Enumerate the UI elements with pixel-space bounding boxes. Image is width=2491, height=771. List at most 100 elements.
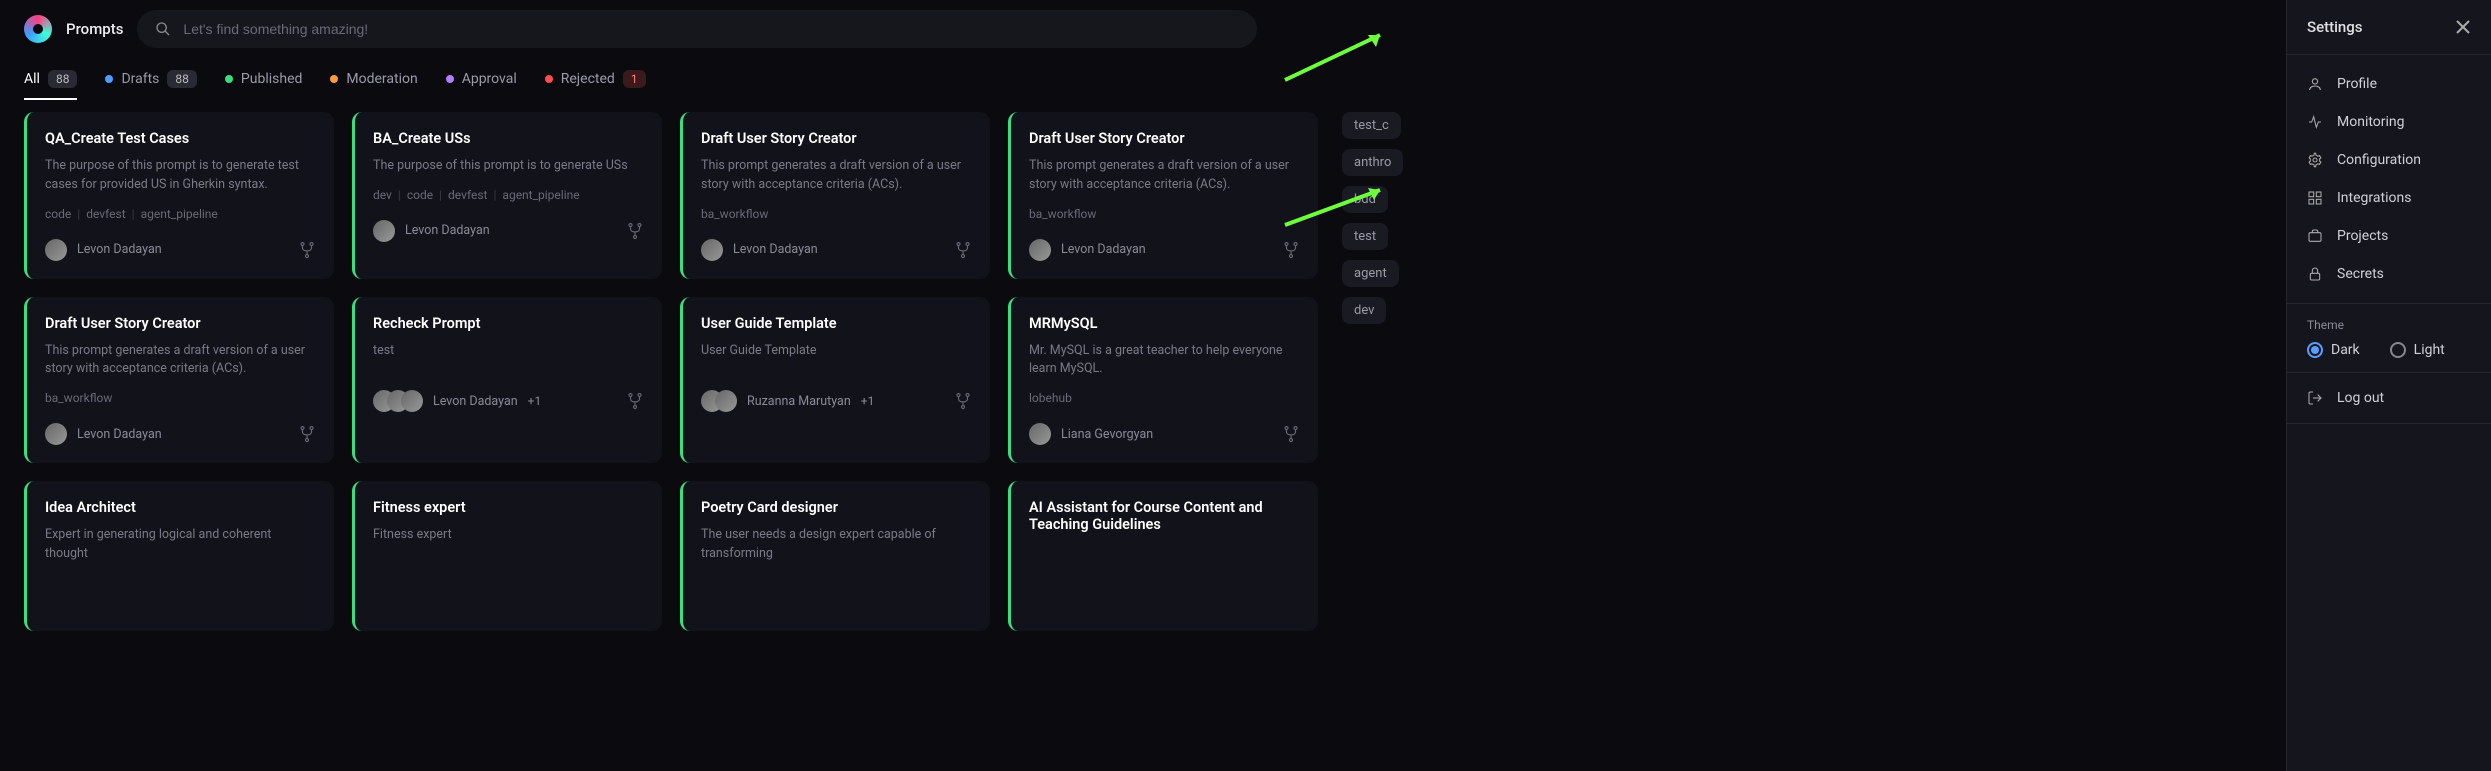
theme-light-radio[interactable]: Light [2390, 342, 2445, 358]
radio-label: Light [2414, 342, 2445, 358]
card-title: User Guide Template [701, 315, 972, 332]
tab-label: Rejected [561, 71, 615, 87]
card-title: BA_Create USs [373, 130, 644, 147]
avatar [45, 239, 67, 261]
menu-label: Log out [2337, 390, 2384, 406]
tab-count: 1 [623, 70, 646, 88]
author-plus: +1 [528, 394, 542, 408]
fork-icon[interactable] [1282, 425, 1300, 443]
fork-icon[interactable] [1282, 241, 1300, 259]
avatar [373, 220, 395, 242]
avatar [715, 390, 737, 412]
menu-projects[interactable]: Projects [2287, 217, 2491, 255]
tab-moderation[interactable]: Moderation [330, 71, 417, 99]
card-description: Fitness expert [373, 526, 644, 545]
card-footer: Liana Gevorgyan [1029, 423, 1300, 445]
tag-chip[interactable]: dev [1342, 297, 1386, 324]
tab-label: Published [241, 71, 302, 87]
card-tags: ba_workflow [1029, 207, 1300, 221]
fork-icon[interactable] [954, 392, 972, 410]
drawer-title: Settings [2307, 18, 2363, 36]
menu-profile[interactable]: Profile [2287, 65, 2491, 103]
tabs-bar: All 88 Drafts 88 Published Moderation Ap… [0, 58, 2491, 112]
tab-label: Approval [462, 71, 517, 87]
status-dot-icon [446, 75, 454, 83]
top-bar: Prompts + Prompt [0, 0, 2491, 58]
prompt-card[interactable]: Draft User Story Creator This prompt gen… [1008, 112, 1318, 279]
briefcase-icon [2307, 228, 2323, 244]
menu-label: Secrets [2337, 266, 2384, 282]
card-tag: dev [373, 188, 392, 202]
card-tags: dev|code|devfest|agent_pipeline [373, 188, 644, 202]
tab-drafts[interactable]: Drafts 88 [105, 70, 196, 100]
theme-dark-radio[interactable]: Dark [2307, 342, 2360, 358]
prompt-card[interactable]: User Guide Template User Guide Template … [680, 297, 990, 464]
card-description: Expert in generating logical and coheren… [45, 526, 316, 564]
card-tag: agent_pipeline [502, 188, 579, 202]
fork-icon[interactable] [626, 222, 644, 240]
card-title: QA_Create Test Cases [45, 130, 316, 147]
card-tag: devfest [448, 188, 487, 202]
prompt-card[interactable]: Idea Architect Expert in generating logi… [24, 481, 334, 631]
card-author: Levon Dadayan [405, 223, 490, 238]
menu-configuration[interactable]: Configuration [2287, 141, 2491, 179]
menu-secrets[interactable]: Secrets [2287, 255, 2491, 293]
status-dot-icon [105, 75, 113, 83]
tab-rejected[interactable]: Rejected 1 [545, 70, 646, 100]
card-description: test [373, 342, 644, 361]
card-title: Draft User Story Creator [45, 315, 316, 332]
tag-chip[interactable]: test_c [1342, 112, 1401, 139]
card-description: The purpose of this prompt is to generat… [45, 157, 316, 195]
prompt-card[interactable]: Draft User Story Creator This prompt gen… [24, 297, 334, 464]
menu-integrations[interactable]: Integrations [2287, 179, 2491, 217]
menu-monitoring[interactable]: Monitoring [2287, 103, 2491, 141]
avatar [401, 390, 423, 412]
avatar [1029, 423, 1051, 445]
radio-label: Dark [2331, 342, 2360, 358]
gear-icon [2307, 152, 2323, 168]
prompt-card[interactable]: Poetry Card designer The user needs a de… [680, 481, 990, 631]
author-plus: +1 [861, 394, 875, 408]
tab-published[interactable]: Published [225, 71, 302, 99]
tag-chip[interactable]: test [1342, 223, 1388, 250]
search-input[interactable] [183, 21, 1239, 37]
fork-icon[interactable] [298, 425, 316, 443]
fork-icon[interactable] [954, 241, 972, 259]
tag-chip[interactable]: bdd [1342, 186, 1388, 213]
prompt-card[interactable]: BA_Create USs The purpose of this prompt… [352, 112, 662, 279]
card-description: User Guide Template [701, 342, 972, 361]
card-title: Draft User Story Creator [701, 130, 972, 147]
fork-icon[interactable] [626, 392, 644, 410]
tag-chip[interactable]: anthro [1342, 149, 1403, 176]
settings-drawer: Settings Profile Monitoring Configuratio… [2286, 0, 2491, 771]
prompt-card[interactable]: Draft User Story Creator This prompt gen… [680, 112, 990, 279]
card-footer: Levon Dadayan +1 [373, 390, 644, 412]
drawer-menu: Profile Monitoring Configuration Integra… [2287, 55, 2491, 304]
card-footer: Levon Dadayan [373, 220, 644, 242]
theme-selector: Theme Dark Light [2287, 304, 2491, 373]
card-author: Levon Dadayan [1061, 242, 1146, 257]
fork-icon[interactable] [298, 241, 316, 259]
avatar [45, 423, 67, 445]
tag-chip[interactable]: agent [1342, 260, 1399, 287]
search-field[interactable] [137, 10, 1257, 48]
tab-all[interactable]: All 88 [24, 70, 77, 100]
menu-logout[interactable]: Log out [2287, 379, 2491, 417]
cards-grid: QA_Create Test Cases The purpose of this… [24, 112, 1318, 631]
prompt-card[interactable]: MRMySQL Mr. MySQL is a great teacher to … [1008, 297, 1318, 464]
logout-section: Log out [2287, 373, 2491, 424]
prompt-card[interactable]: Recheck Prompt test Levon Dadayan +1 [352, 297, 662, 464]
prompt-card[interactable]: Fitness expert Fitness expert [352, 481, 662, 631]
close-icon[interactable] [2455, 19, 2471, 35]
status-dot-icon [330, 75, 338, 83]
app-logo[interactable] [24, 15, 52, 43]
prompt-card[interactable]: QA_Create Test Cases The purpose of this… [24, 112, 334, 279]
card-author: Levon Dadayan [733, 242, 818, 257]
radio-icon [2390, 342, 2406, 358]
card-description: This prompt generates a draft version of… [45, 342, 316, 380]
lock-icon [2307, 266, 2323, 282]
tab-approval[interactable]: Approval [446, 71, 517, 99]
card-author: Levon Dadayan [77, 427, 162, 442]
prompt-card[interactable]: AI Assistant for Course Content and Teac… [1008, 481, 1318, 631]
radio-icon [2307, 342, 2323, 358]
